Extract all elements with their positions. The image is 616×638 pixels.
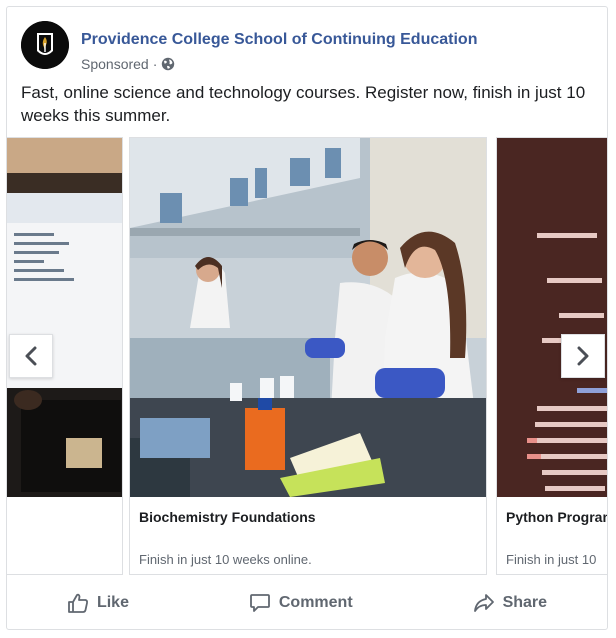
comment-button[interactable]: Comment [233, 584, 369, 622]
share-button[interactable]: Share [457, 584, 563, 622]
page-avatar[interactable] [21, 21, 69, 69]
carousel-card[interactable]: Biochemistry Foundations Finish in just … [129, 137, 487, 575]
ad-carousel: Biochemistry Foundations Finish in just … [7, 137, 607, 579]
comment-icon [249, 594, 270, 612]
code-screen-photo [497, 138, 607, 497]
sponsored-post: Providence College School of Continuing … [6, 6, 608, 630]
chevron-right-icon [577, 346, 589, 366]
post-actions-bar: Like Comment Share [7, 580, 607, 626]
comment-label: Comment [278, 594, 353, 611]
card-description: Finish in just 10 weeks online. [139, 552, 312, 567]
post-body-text: Fast, online science and technology cour… [21, 83, 586, 125]
globe-icon[interactable] [161, 57, 175, 71]
like-button[interactable]: Like [51, 584, 145, 622]
chevron-left-icon [25, 346, 37, 366]
card-title[interactable]: Python Program [506, 509, 607, 525]
laptop-code-photo [7, 138, 122, 497]
like-label: Like [96, 594, 129, 611]
thumbs-up-icon [68, 593, 88, 613]
post-header: Providence College School of Continuing … [21, 19, 591, 72]
post-meta: Sponsored · [81, 56, 175, 72]
carousel-prev-button[interactable] [9, 334, 53, 378]
page-name-link[interactable]: Providence College School of Continuing … [81, 31, 477, 49]
card-description: Finish in just 10 [506, 552, 597, 567]
lab-students-photo [130, 138, 486, 497]
share-icon [473, 594, 494, 612]
college-logo-icon [21, 21, 69, 69]
share-label: Share [502, 594, 548, 611]
carousel-next-button[interactable] [561, 334, 605, 378]
card-title[interactable]: Biochemistry Foundations [139, 509, 316, 525]
meta-separator: · [152, 56, 158, 72]
sponsored-label[interactable]: Sponsored [81, 56, 149, 72]
